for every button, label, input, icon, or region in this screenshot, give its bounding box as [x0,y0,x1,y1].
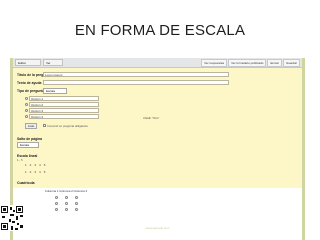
scale-value[interactable]: 4 [39,163,41,167]
question-edit-panel: Título de la pregunta Lorem ipsum Texto … [13,68,302,188]
option-row: Opción 2 [25,102,99,107]
radio-icon[interactable] [65,208,68,211]
required-label: Convertir en pregunta obligatoria [47,124,88,128]
grid-label: Cuadrícula [17,181,35,185]
scale-value[interactable]: 5 [44,170,46,174]
radio-icon [25,115,28,118]
help-text-input[interactable] [43,80,229,85]
view-published-button[interactable]: Ver formulario publicado [228,59,267,67]
grid-question: Columna 1 Columna 2 Columna 3 [37,189,91,217]
scale-value[interactable]: 1 [25,163,27,167]
option-input[interactable]: Opción 2 [29,102,99,107]
radio-icon[interactable] [55,196,58,199]
radio-icon[interactable] [55,202,58,205]
grid-row [55,196,91,199]
scale-value[interactable]: 5 [44,163,46,167]
radio-icon[interactable] [65,202,68,205]
done-button[interactable]: Listo [25,123,38,129]
toolbar-actions: Ver respuestas Ver formulario publicado … [201,59,300,67]
qr-code-icon [0,205,24,231]
scale-row: 1 2 3 4 5 [25,170,45,174]
scale-value[interactable]: 2 [30,163,32,167]
add-other-link[interactable]: Añadir "Otro" [143,116,159,120]
required-checkbox[interactable] [43,124,46,127]
page-break-select[interactable]: Escala [17,142,39,148]
radio-icon[interactable] [55,208,58,211]
page-break-label: Salto de página [17,137,43,141]
radio-icon[interactable] [75,196,78,199]
option-row: Opción 1 [25,96,99,101]
scale-value[interactable]: 1 [25,170,27,174]
scale-value[interactable]: 3 [34,163,36,167]
form-editor: Editar formulario Ver formulario Ver res… [13,58,302,240]
option-row: Opción 4 [25,114,99,119]
question-type-select[interactable]: Escala [43,88,67,94]
slide-title: EN FORMA DE ESCALA [74,22,246,39]
top-toolbar: Editar formulario Ver formulario Ver res… [13,58,302,72]
screenshot-frame: Editar formulario Ver formulario Ver res… [10,58,305,240]
scale-value[interactable]: 2 [30,170,32,174]
save-button[interactable]: Guardar [282,59,300,67]
question-title-input[interactable]: Lorem ipsum [43,72,229,77]
radio-icon[interactable] [65,196,68,199]
help-text-label: Texto de ayuda [17,81,42,85]
option-input[interactable]: Opción 1 [29,96,99,101]
option-input[interactable]: Opción 3 [29,108,99,113]
option-input[interactable]: Opción 4 [29,114,99,119]
radio-icon[interactable] [75,208,78,211]
scale-hint: 1 - 5 [17,158,23,162]
grid-row [55,208,91,211]
send-button[interactable]: Enviar [267,59,282,67]
tab-view-form[interactable]: Ver formulario [43,59,63,72]
view-responses-button[interactable]: Ver respuestas [201,59,228,67]
scale-row: 1 2 3 4 5 [25,163,45,167]
radio-icon [25,103,28,106]
option-row: Opción 3 [25,108,99,113]
grid-row [55,202,91,205]
footer-watermark: www.ejemplo.com [145,226,170,230]
tab-edit-form[interactable]: Editar formulario [15,59,41,72]
scale-value[interactable]: 3 [34,170,36,174]
grid-header: Columna 1 Columna 2 Columna 3 [44,189,88,193]
radio-icon [25,109,28,112]
radio-icon[interactable] [75,202,78,205]
question-type-label: Tipo de pregunta [17,89,45,93]
radio-icon [25,97,28,100]
scale-value[interactable]: 4 [39,170,41,174]
